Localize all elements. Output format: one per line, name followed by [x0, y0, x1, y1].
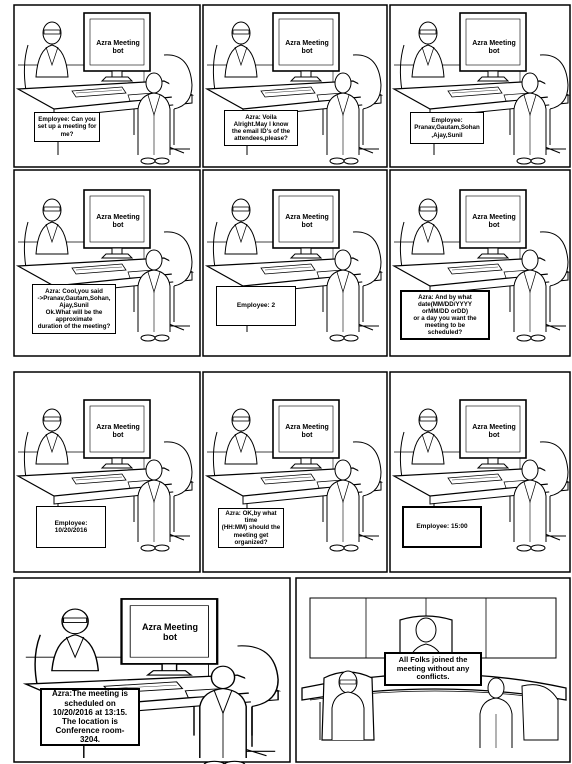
caption-5: Employee: 2 [216, 286, 296, 326]
caption-10: Azra:The meeting is scheduled on 10/20/2… [40, 688, 140, 746]
caption-2: Azra: Voila Alright.May I know the email… [224, 110, 298, 146]
monitor-label-7: Azra Meeting bot [96, 424, 140, 440]
monitor-label-3: Azra Meeting bot [472, 40, 516, 56]
monitor-label-10: Azra Meeting bot [141, 622, 198, 643]
monitor-label-4: Azra Meeting bot [96, 214, 140, 230]
caption-8: Azra: OK,by what time (HH:MM) should the… [218, 508, 284, 548]
monitor-label-9: Azra Meeting bot [472, 424, 516, 440]
panel-5 [202, 169, 388, 357]
caption-1: Employee: Can you set up a meeting for m… [34, 112, 100, 142]
caption-4: Azra: Cool,you said ->Pranav,Gautam,Soha… [32, 284, 116, 334]
monitor-label-2: Azra Meeting bot [285, 40, 329, 56]
monitor-label-1: Azra Meeting bot [96, 40, 140, 56]
caption-11: All Folks joined the meeting without any… [384, 652, 482, 686]
caption-6: Azra: And by what date(MM/DD/YYYY orMM/D… [400, 290, 490, 340]
monitor-label-5: Azra Meeting bot [285, 214, 329, 230]
monitor-label-8: Azra Meeting bot [285, 424, 329, 440]
panel-1 [13, 4, 201, 168]
caption-9: Employee: 15:00 [402, 506, 482, 548]
monitor-label-6: Azra Meeting bot [472, 214, 516, 230]
caption-7: Employee: 10/20/2016 [36, 506, 106, 548]
caption-3: Employee: Pranav,Gautam,Sohan ,Ajay,Suni… [410, 112, 484, 144]
